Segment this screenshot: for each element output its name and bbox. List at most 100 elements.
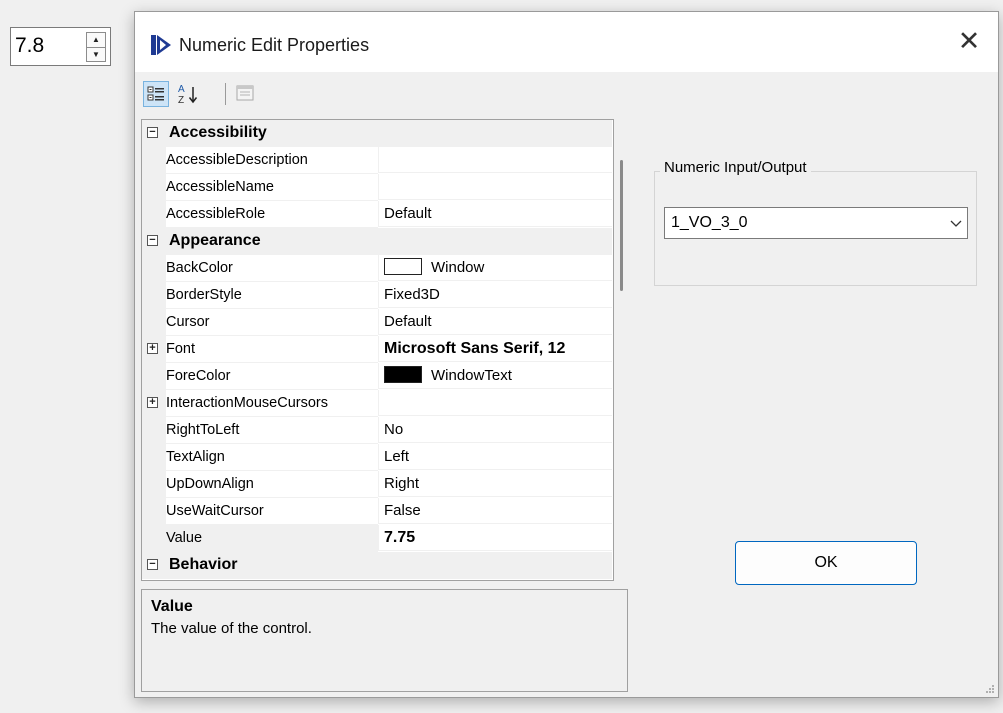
category-label: Appearance (169, 232, 261, 249)
property-value[interactable]: Default (378, 309, 612, 335)
resize-grip-icon[interactable] (983, 682, 995, 694)
property-value[interactable]: Left (378, 444, 612, 470)
property-value-text[interactable]: 7.75 (384, 529, 415, 546)
property-row[interactable]: Cursor Default (142, 309, 612, 336)
property-value[interactable]: WindowText (378, 363, 612, 389)
property-row[interactable]: RightToLeft No (142, 417, 612, 444)
row-gutter (142, 201, 166, 228)
collapse-icon[interactable]: − (147, 559, 158, 570)
property-value-text[interactable]: Default (384, 205, 432, 222)
category-row-appearance[interactable]: − Appearance (142, 228, 612, 255)
property-value[interactable]: Microsoft Sans Serif, 12 (378, 336, 612, 362)
property-value-text[interactable]: Fixed3D (384, 286, 440, 303)
numeric-io-combobox[interactable]: 1_VO_3_0 (664, 207, 968, 239)
property-value-text[interactable]: Left (384, 448, 409, 465)
property-value-text[interactable]: False (384, 502, 421, 519)
property-value-text[interactable]: No (384, 421, 403, 438)
property-name[interactable]: InteractionMouseCursors (166, 390, 378, 417)
row-gutter (142, 282, 166, 309)
property-value[interactable]: Window (378, 255, 612, 281)
app-logo-icon (151, 35, 171, 55)
collapse-icon[interactable]: − (147, 127, 158, 138)
property-row[interactable]: TextAlign Left (142, 444, 612, 471)
category-label: Behavior (169, 556, 238, 573)
spin-buttons[interactable]: ▲ ▼ (86, 32, 106, 62)
expand-icon[interactable]: + (147, 343, 158, 354)
property-value[interactable]: 7.75 (378, 525, 612, 551)
property-name[interactable]: AccessibleDescription (166, 147, 378, 174)
property-pages-button[interactable] (233, 81, 259, 107)
property-row[interactable]: AccessibleName (142, 174, 612, 201)
properties-dialog: Numeric Edit Properties ✕ A Z − Accessib… (134, 11, 999, 698)
row-gutter (142, 147, 166, 174)
row-gutter: + (142, 390, 166, 417)
combobox-value[interactable]: 1_VO_3_0 (671, 214, 748, 232)
property-value[interactable] (378, 174, 612, 200)
property-name[interactable]: RightToLeft (166, 417, 378, 444)
categorized-icon (147, 86, 164, 101)
expand-icon[interactable]: + (147, 397, 158, 408)
alphabetical-view-button[interactable]: A Z (175, 81, 201, 107)
property-name[interactable]: Value (166, 525, 378, 552)
color-swatch (384, 366, 422, 383)
property-row[interactable]: + Font Microsoft Sans Serif, 12 (142, 336, 612, 363)
property-name[interactable]: BorderStyle (166, 282, 378, 309)
row-gutter (142, 444, 166, 471)
row-gutter (142, 255, 166, 282)
numeric-edit-value[interactable]: 7.8 (15, 34, 44, 58)
property-name[interactable]: ForeColor (166, 363, 378, 390)
scrollbar-thumb[interactable] (620, 160, 623, 291)
property-value[interactable]: No (378, 417, 612, 443)
property-name[interactable]: UseWaitCursor (166, 498, 378, 525)
property-row[interactable]: UpDownAlign Right (142, 471, 612, 498)
property-name[interactable]: TextAlign (166, 444, 378, 471)
property-name[interactable]: BackColor (166, 255, 378, 282)
property-value-text[interactable]: Right (384, 475, 419, 492)
property-row[interactable]: Value 7.75 (142, 525, 612, 552)
close-button[interactable]: ✕ (940, 12, 998, 72)
property-value[interactable] (378, 390, 612, 416)
property-value-text[interactable]: Microsoft Sans Serif, 12 (384, 340, 565, 357)
property-value[interactable]: Right (378, 471, 612, 497)
category-row-accessibility[interactable]: − Accessibility (142, 120, 612, 147)
help-description: The value of the control. (151, 620, 312, 637)
property-row[interactable]: UseWaitCursor False (142, 498, 612, 525)
chevron-down-icon[interactable] (949, 212, 963, 237)
spin-down-icon[interactable]: ▼ (87, 48, 105, 62)
property-name[interactable]: Font (166, 336, 378, 363)
collapse-icon[interactable]: − (147, 235, 158, 246)
property-value[interactable]: False (378, 498, 612, 524)
property-value[interactable] (378, 147, 612, 173)
property-row[interactable]: BorderStyle Fixed3D (142, 282, 612, 309)
property-row[interactable]: AccessibleDescription (142, 147, 612, 174)
property-value-text[interactable]: WindowText (431, 367, 512, 384)
property-value[interactable]: Fixed3D (378, 282, 612, 308)
row-gutter (142, 525, 166, 552)
numeric-edit-control[interactable]: 7.8 ▲ ▼ (10, 27, 111, 66)
property-pages-icon (236, 85, 254, 101)
property-row[interactable]: + InteractionMouseCursors (142, 390, 612, 417)
spin-up-icon[interactable]: ▲ (87, 33, 105, 48)
categorized-view-button[interactable] (143, 81, 169, 107)
property-name[interactable]: Cursor (166, 309, 378, 336)
sort-az-icon: A Z (178, 84, 198, 106)
property-value-text[interactable]: Default (384, 313, 432, 330)
property-grid-scrollbar[interactable] (614, 119, 628, 581)
property-row[interactable]: AccessibleRole Default (142, 201, 612, 228)
row-gutter (142, 417, 166, 444)
row-gutter (142, 309, 166, 336)
property-value[interactable]: Default (378, 201, 612, 227)
row-gutter: + (142, 336, 166, 363)
property-row[interactable]: ForeColor WindowText (142, 363, 612, 390)
ok-button[interactable]: OK (735, 541, 917, 585)
category-row-behavior[interactable]: − Behavior (142, 552, 612, 579)
property-name[interactable]: UpDownAlign (166, 471, 378, 498)
property-row[interactable]: BackColor Window (142, 255, 612, 282)
property-name[interactable]: AccessibleName (166, 174, 378, 201)
property-value-text[interactable]: Window (431, 259, 484, 276)
row-gutter (142, 174, 166, 201)
property-name[interactable]: AccessibleRole (166, 201, 378, 228)
close-icon[interactable]: ✕ (958, 26, 981, 56)
svg-text:A: A (178, 84, 185, 95)
property-grid[interactable]: − Accessibility AccessibleDescription Acces… (141, 119, 614, 581)
